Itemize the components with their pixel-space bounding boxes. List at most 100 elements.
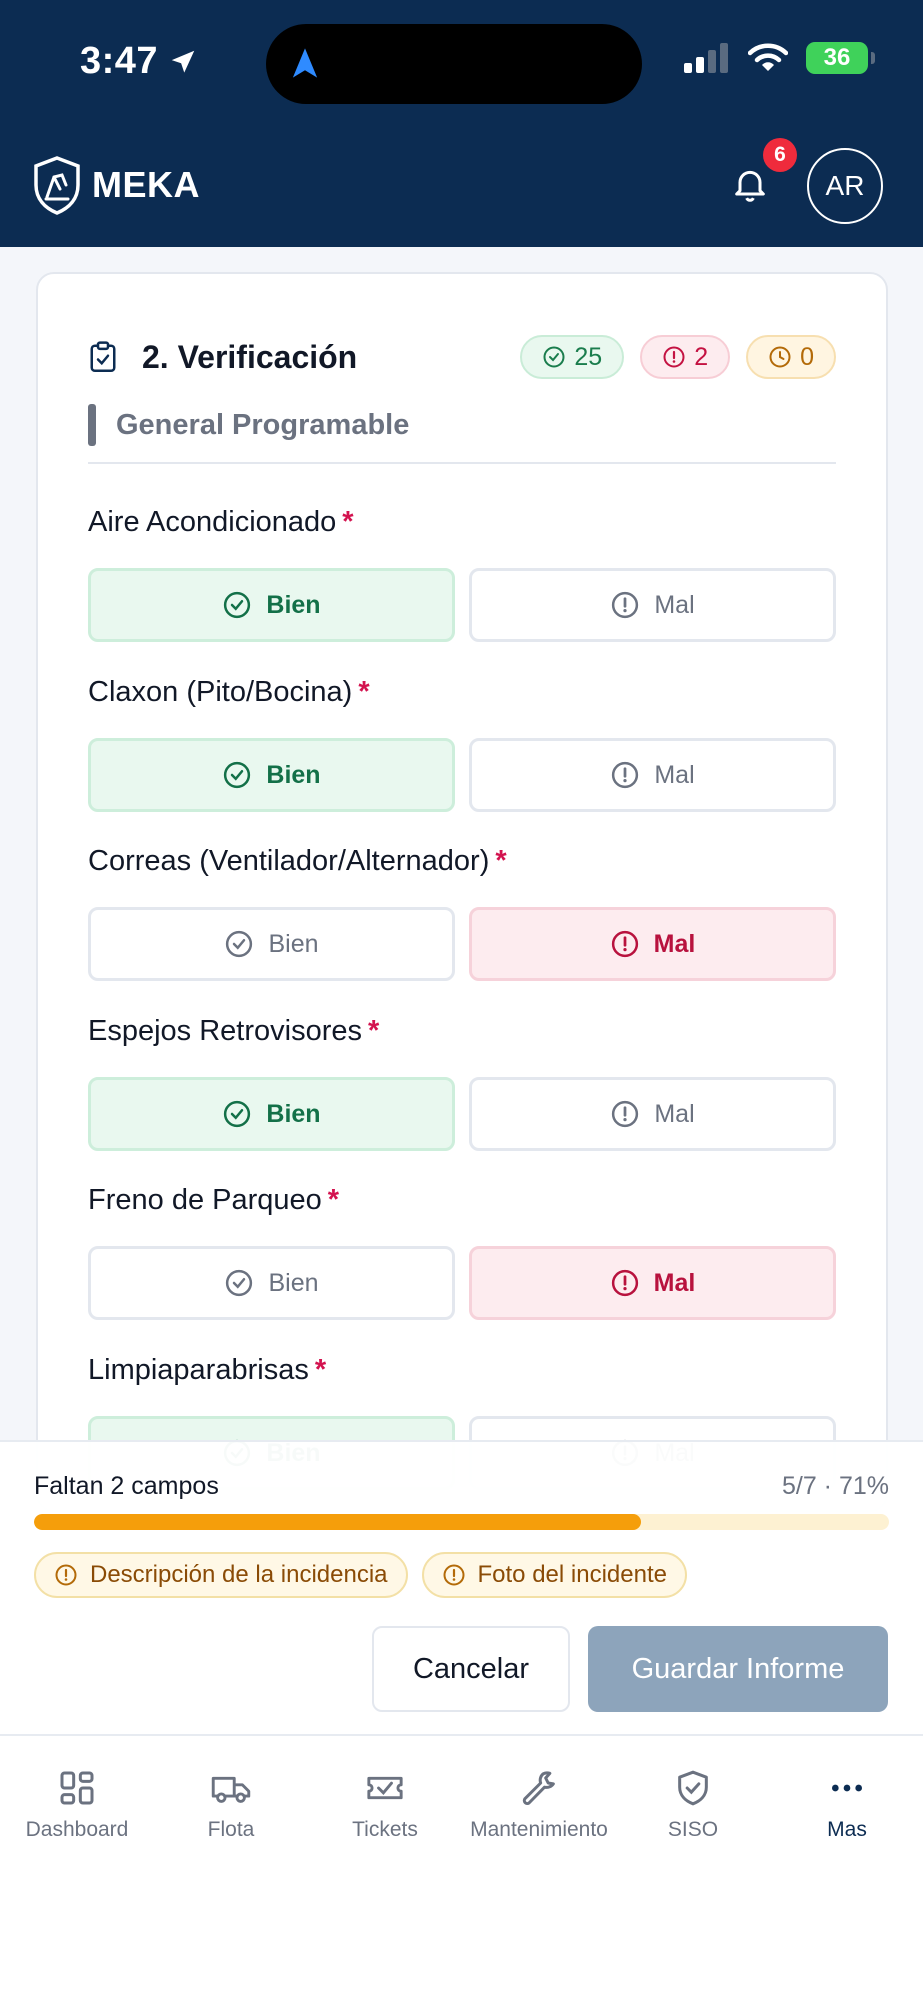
option-group: Bien Mal [88,1077,836,1151]
tab-dashboard[interactable]: Dashboard [0,1768,154,1842]
tab-tickets[interactable]: Tickets [308,1768,462,1842]
cancel-button[interactable]: Cancelar [372,1626,570,1712]
option-bien-button[interactable]: Bien [88,1077,455,1151]
alert-circle-icon [611,930,638,958]
tab-label: Dashboard [25,1818,129,1841]
location-arrow-icon [171,50,195,73]
alert-circle-icon [55,1564,77,1586]
pending-count-badge: 0 [746,335,836,379]
brand-name: MEKA [92,164,200,205]
alert-circle-icon [611,1269,638,1297]
battery-indicator: 36 [806,42,875,74]
chip-label: Descripción de la incidencia [90,1561,388,1588]
option-label: Bien [266,760,321,789]
chip-label: Foto del incidente [477,1561,667,1588]
option-label: Mal [653,1268,696,1297]
required-asterisk: * [327,1184,340,1216]
question-correas: Correas (Ventilador/Alternador) * Bien Ma… [88,841,836,981]
pending-count: 0 [800,342,814,371]
option-mal-button[interactable]: Mal [469,907,836,981]
shield-logo-icon [34,156,80,215]
avatar[interactable]: AR [807,148,883,224]
option-group: Bien Mal [88,907,836,981]
option-label: Bien [268,929,319,958]
option-bien-button[interactable]: Bien [88,1246,455,1320]
app-header: 3:47 36 MEKA 6 AR [0,0,923,247]
shield-check-icon [678,1770,708,1806]
option-group: Bien Mal [88,568,836,642]
tab-flota[interactable]: Flota [154,1768,308,1842]
option-label: Bien [268,1268,319,1297]
notification-badge: 6 [763,138,797,172]
alert-circle-icon [612,591,639,619]
required-asterisk: * [342,506,354,538]
clock-icon [769,346,791,368]
question-label: Espejos Retrovisores * [88,1011,836,1051]
option-mal-button[interactable]: Mal [469,1246,836,1320]
question-text: Aire Acondicionado [88,506,337,538]
status-counters: 25 2 0 [520,335,836,379]
required-asterisk: * [358,676,370,708]
truck-icon [211,1776,251,1803]
ticket-icon [367,1776,403,1800]
option-bien-button[interactable]: Bien [88,568,455,642]
verification-card: 2. Verificación 25 2 0 General Programab… [36,272,888,1512]
option-mal-button[interactable]: Mal [469,738,836,812]
tab-siso[interactable]: SISO [616,1768,770,1842]
option-label: Bien [266,1099,321,1128]
question-text: Limpiaparabrisas [88,1354,309,1386]
option-group: Bien Mal [88,1246,836,1320]
wifi-icon [748,43,788,71]
question-aire-acondicionado: Aire Acondicionado * Bien Mal [88,502,836,642]
tab-mantenimiento[interactable]: Mantenimiento [462,1768,616,1842]
card-title: 2. Verificación [142,338,358,375]
question-text: Correas (Ventilador/Alternador) [88,845,490,877]
tab-mas[interactable]: Mas [770,1768,923,1842]
option-mal-button[interactable]: Mal [469,1077,836,1151]
option-bien-button[interactable]: Bien [88,907,455,981]
check-circle-icon [224,1100,251,1128]
section-title: General Programable [116,409,410,441]
question-text: Freno de Parqueo [88,1184,322,1216]
question-label: Correas (Ventilador/Alternador) * [88,841,836,881]
missing-field-chips: Descripción de la incidencia Foto del in… [34,1552,687,1598]
option-label: Mal [654,760,695,789]
section-marker [88,404,96,446]
question-label: Claxon (Pito/Bocina) * [88,672,836,712]
check-circle-icon [226,930,253,958]
option-bien-button[interactable]: Bien [88,738,455,812]
status-icons: 36 [684,42,875,74]
issue-count: 2 [694,342,709,371]
missing-field-chip[interactable]: Descripción de la incidencia [34,1552,408,1598]
question-label: Freno de Parqueo * [88,1180,836,1220]
missing-field-chip[interactable]: Foto del incidente [421,1552,687,1598]
status-bar-time: 3:47 [80,40,198,83]
tab-label: Mantenimiento [470,1818,608,1841]
question-freno-parqueo: Freno de Parqueo * Bien Mal [88,1180,836,1320]
clock: 3:47 [80,40,159,82]
section-header: General Programable [88,404,836,464]
option-label: Mal [654,1099,695,1128]
question-text: Espejos Retrovisores [88,1015,362,1047]
check-circle-icon [226,1269,253,1297]
clipboard-check-icon [90,341,116,372]
option-label: Mal [653,929,696,958]
form-footer: Faltan 2 campos 5/7 · 71% Descripción de… [0,1440,923,1735]
option-label: Bien [266,590,321,619]
check-circle-icon [224,761,251,789]
progress-fill [34,1514,642,1530]
alert-circle-icon [443,1564,464,1586]
brand-logo[interactable]: MEKA [32,155,200,215]
tab-label: SISO [667,1818,719,1841]
battery-level: 36 [823,44,851,71]
more-icon [832,1784,862,1792]
alert-circle-icon [612,761,639,789]
option-mal-button[interactable]: Mal [469,568,836,642]
tab-label: Mas [827,1818,867,1841]
wrench-icon [522,1771,555,1805]
bottom-tab-bar: Dashboard Flota Tickets Mantenimiento SI… [0,1734,923,2000]
alert-circle-icon [612,1100,639,1128]
tab-label: Tickets [352,1818,418,1841]
save-report-button[interactable]: Guardar Informe [588,1626,888,1712]
bell-icon[interactable] [730,164,770,204]
